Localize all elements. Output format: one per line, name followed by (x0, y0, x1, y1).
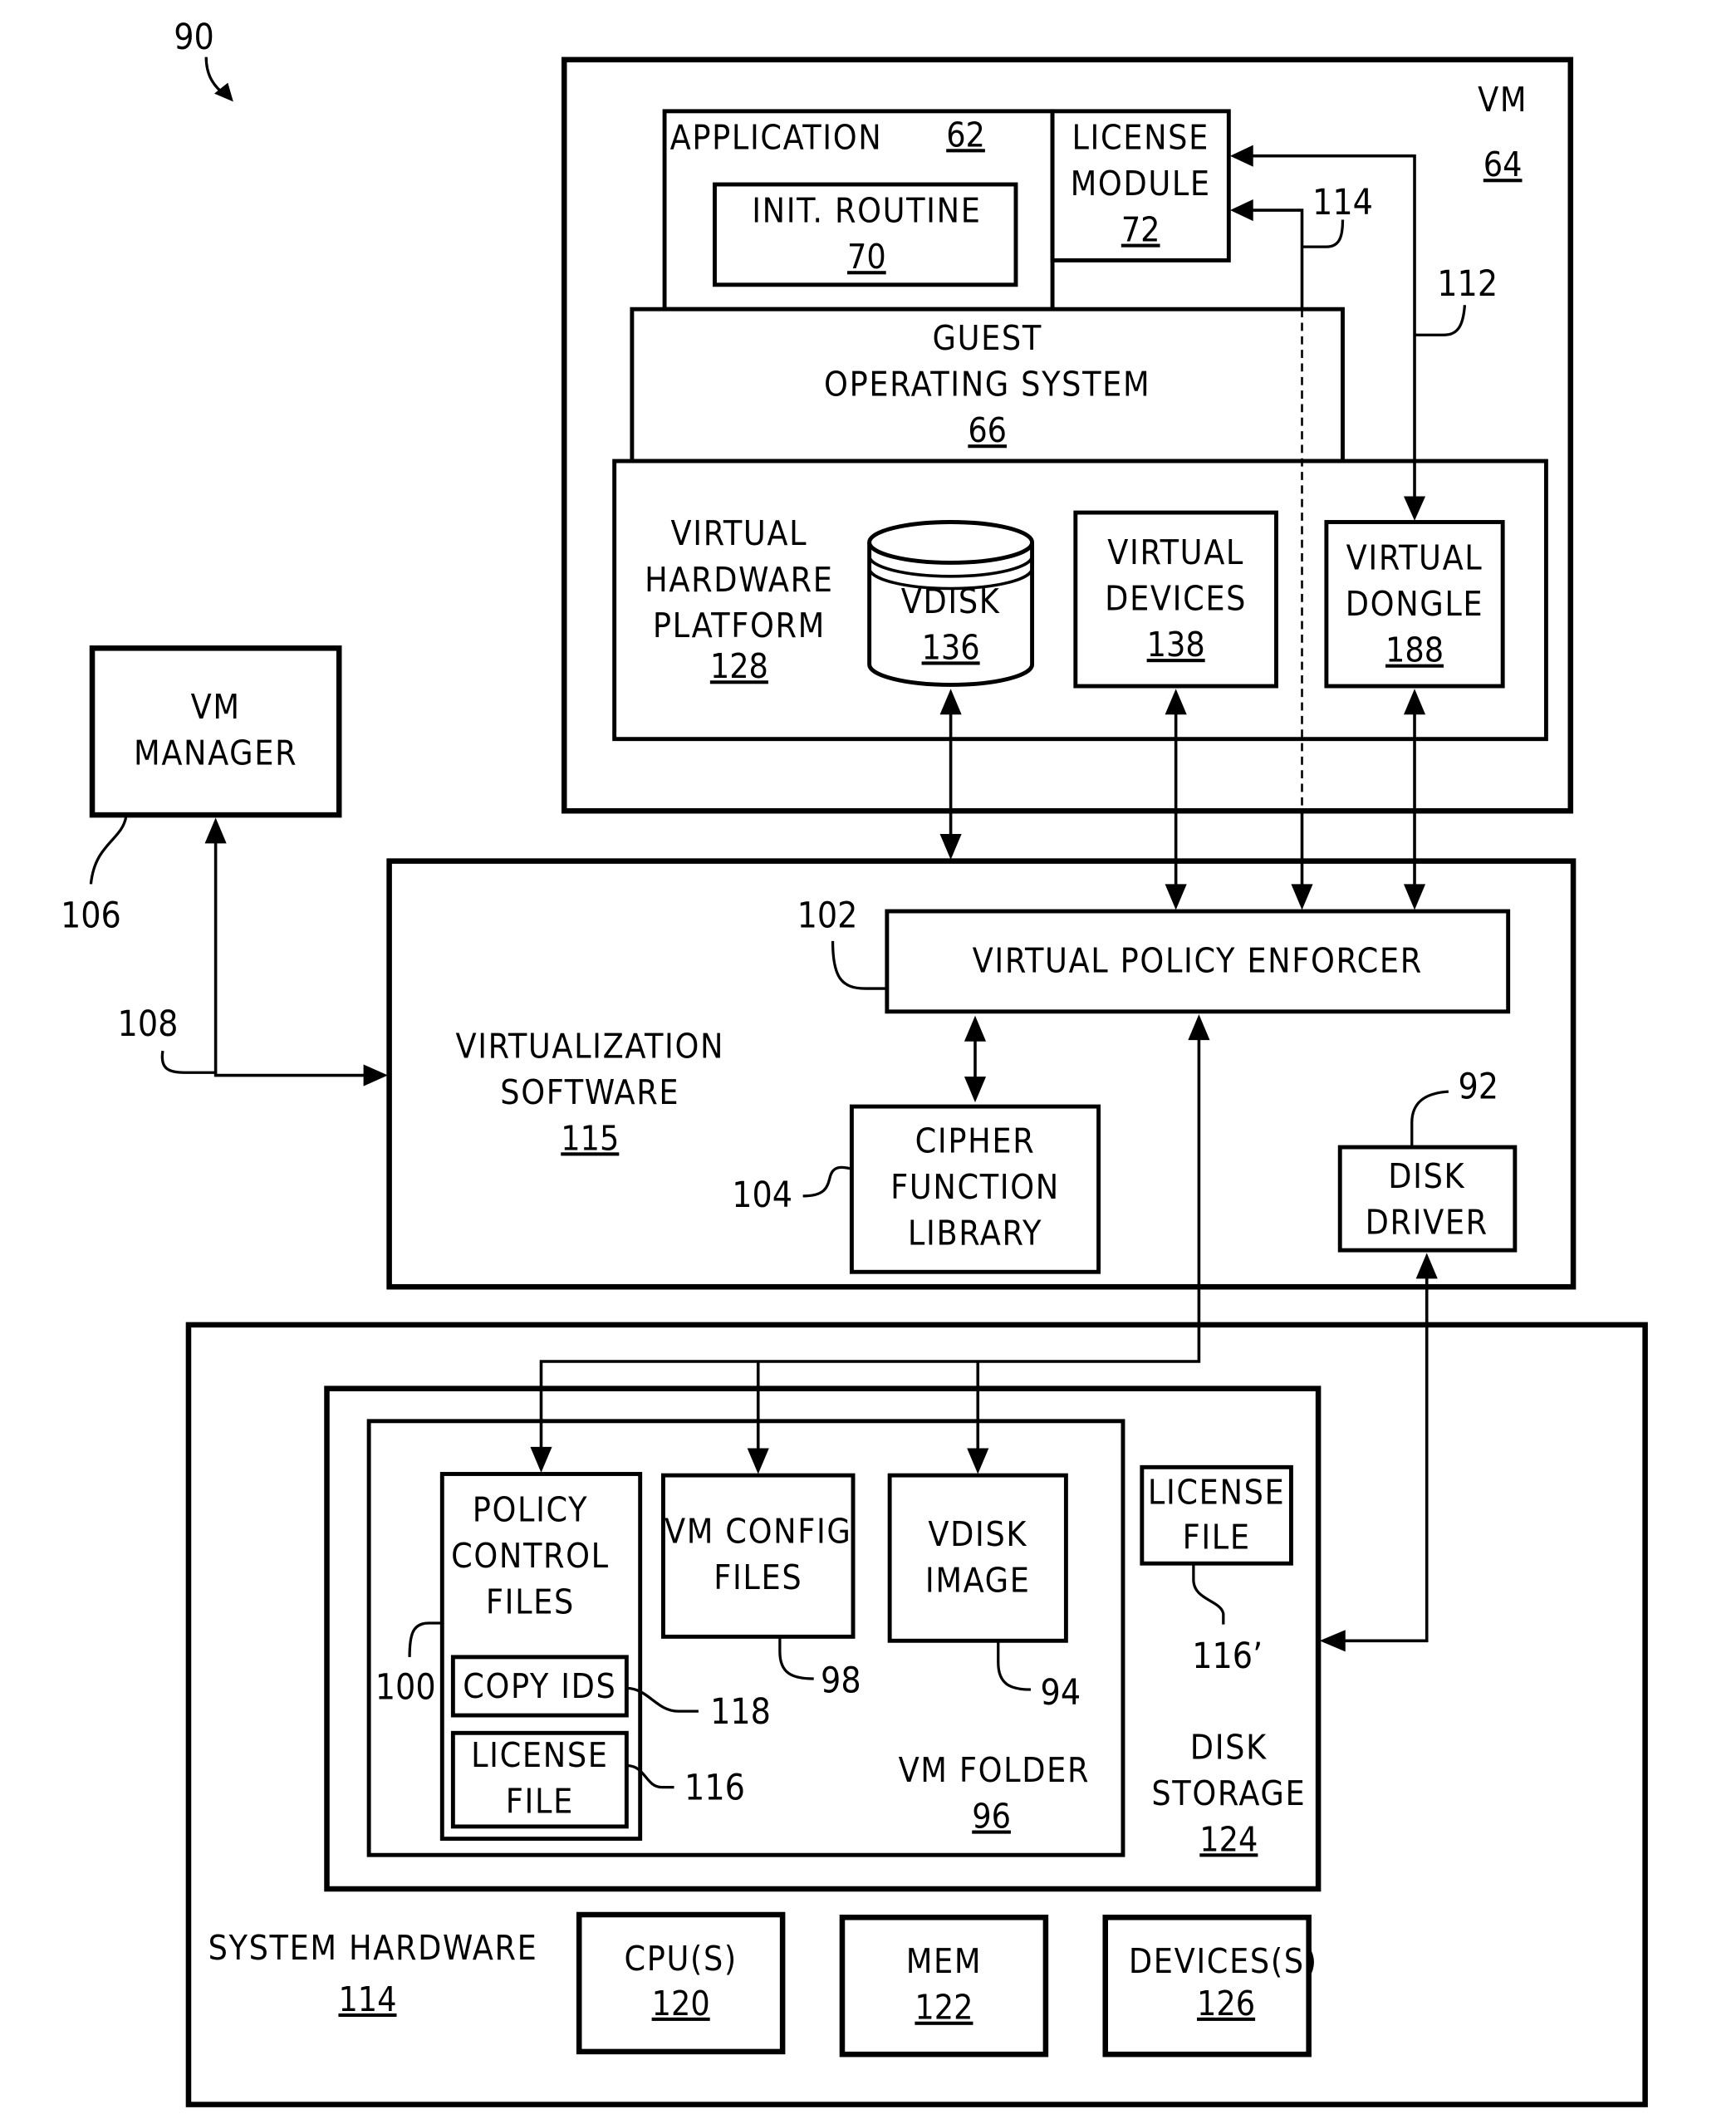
vm-manager-line2: MANAGER (134, 733, 297, 773)
mem-box (839, 1915, 1049, 2058)
guest-os-number: 66 (968, 410, 1007, 450)
vm-container: VM 64 APPLICATION 62 INIT. ROUTINE 70 LI… (561, 56, 1574, 814)
mem-number: 122 (915, 1988, 973, 2028)
vhp-line3: PLATFORM (653, 606, 826, 645)
ref-116: 116 (684, 1768, 745, 1808)
vm-folder-number: 96 (972, 1797, 1011, 1837)
ref-108-leader (160, 1050, 216, 1074)
disk-storage-line1: DISK (1190, 1727, 1268, 1767)
mem-label: MEM (906, 1941, 982, 1981)
guest-os-line2: OPERATING SYSTEM (824, 365, 1150, 405)
cipher-line1: CIPHER (915, 1121, 1036, 1161)
policy-control-line2: CONTROL (451, 1536, 610, 1576)
ref-100: 100 (375, 1667, 436, 1708)
vhp-line1: VIRTUAL (671, 513, 808, 553)
virtual-dongle-number: 188 (1385, 630, 1444, 670)
disk-driver-line1: DISK (1388, 1156, 1465, 1196)
vm-config-files-box (660, 1473, 856, 1639)
license-module-line1: LICENSE (1072, 118, 1209, 158)
arrowhead-vm-manager (204, 817, 227, 844)
ref-102: 102 (797, 896, 858, 937)
ref-112: 112 (1437, 264, 1498, 305)
ref-94: 94 (1041, 1673, 1081, 1714)
virtual-devices-line1: VIRTUAL (1107, 532, 1244, 572)
link-108-vm-manager-virtualization (213, 822, 383, 1077)
ref-114-vm: 114 (1312, 183, 1373, 223)
license-module-line2: MODULE (1071, 164, 1211, 204)
application-number: 62 (946, 115, 985, 155)
license-file-disk-line2: FILE (1183, 1517, 1251, 1557)
license-module-number: 72 (1121, 210, 1160, 250)
vm-folder-label: VM FOLDER (899, 1750, 1091, 1790)
devices-label: DEVICES(S) (1129, 1941, 1318, 1981)
vdisk-image-line1: VDISK (928, 1514, 1027, 1554)
ref-104: 104 (732, 1175, 792, 1216)
vm-manager-box (89, 645, 342, 818)
vm-manager-line1: VM (191, 687, 241, 727)
vdisk-number: 136 (922, 627, 980, 667)
vdisk-label: VDISK (901, 581, 1001, 621)
ref-98: 98 (821, 1660, 861, 1701)
init-routine-label: INIT. ROUTINE (752, 191, 981, 231)
figure-ref-arrowhead (213, 82, 233, 102)
system-hardware-label: SYSTEM HARDWARE (208, 1928, 538, 1968)
vm-config-line2: FILES (714, 1557, 802, 1597)
cipher-line3: LIBRARY (908, 1214, 1042, 1253)
vdisk-image-box (887, 1473, 1068, 1643)
cpu-label: CPU(S) (624, 1939, 737, 1979)
virtual-dongle-line1: VIRTUAL (1346, 538, 1483, 578)
arrowhead-virtualization-top (939, 833, 962, 860)
figure-ref-number: 90 (174, 17, 214, 58)
vm-label: VM (1478, 80, 1528, 120)
virtualization-architecture-diagram: 90 VM 64 APPLICATION 62 INIT. ROUTINE 70… (61, 17, 1648, 2107)
cpu-number: 120 (652, 1984, 710, 2023)
disk-storage-number: 124 (1199, 1819, 1258, 1859)
copy-ids-label: COPY IDS (463, 1666, 616, 1706)
guest-os-line1: GUEST (932, 318, 1042, 358)
license-file-line1: LICENSE (471, 1735, 608, 1775)
ref-92: 92 (1458, 1067, 1498, 1107)
ref-106-leader (89, 816, 128, 885)
license-file-line2: FILE (506, 1782, 574, 1822)
vhp-line2: HARDWARE (645, 560, 833, 600)
virtual-devices-number: 138 (1147, 625, 1205, 665)
system-hardware-number: 114 (338, 1979, 396, 2019)
devices-number: 126 (1197, 1984, 1255, 2023)
license-file-disk-line1: LICENSE (1148, 1472, 1285, 1512)
vdisk-image-line2: IMAGE (925, 1561, 1031, 1601)
cipher-line2: FUNCTION (890, 1167, 1060, 1207)
virtual-devices-line2: DEVICES (1105, 579, 1247, 619)
virtual-dongle-line2: DONGLE (1346, 584, 1484, 624)
ref-108: 108 (118, 1004, 179, 1045)
policy-control-line1: POLICY (473, 1490, 588, 1530)
vm-config-line1: VM CONFIG (664, 1512, 852, 1552)
ref-106: 106 (61, 896, 121, 937)
disk-storage-line2: STORAGE (1151, 1773, 1306, 1813)
virtualization-software-line2: SOFTWARE (500, 1072, 679, 1112)
arrowhead-virtualization-software (363, 1064, 388, 1086)
vhp-number: 128 (710, 646, 768, 686)
vm-number: 64 (1483, 145, 1523, 184)
virtualization-software-number: 115 (561, 1118, 619, 1158)
ref-118: 118 (710, 1692, 771, 1733)
disk-driver-line2: DRIVER (1366, 1203, 1488, 1243)
virtual-policy-enforcer-label: VIRTUAL POLICY ENFORCER (973, 940, 1423, 980)
virtualization-software-line1: VIRTUALIZATION (455, 1026, 724, 1066)
ref-116-prime: 116’ (1192, 1636, 1263, 1677)
application-label: APPLICATION (670, 118, 883, 158)
virtualization-software-container: VIRTUALIZATION SOFTWARE 115 VIRTUAL POLI… (386, 858, 1577, 1290)
policy-control-line3: FILES (486, 1582, 575, 1622)
init-routine-number: 70 (847, 237, 886, 277)
